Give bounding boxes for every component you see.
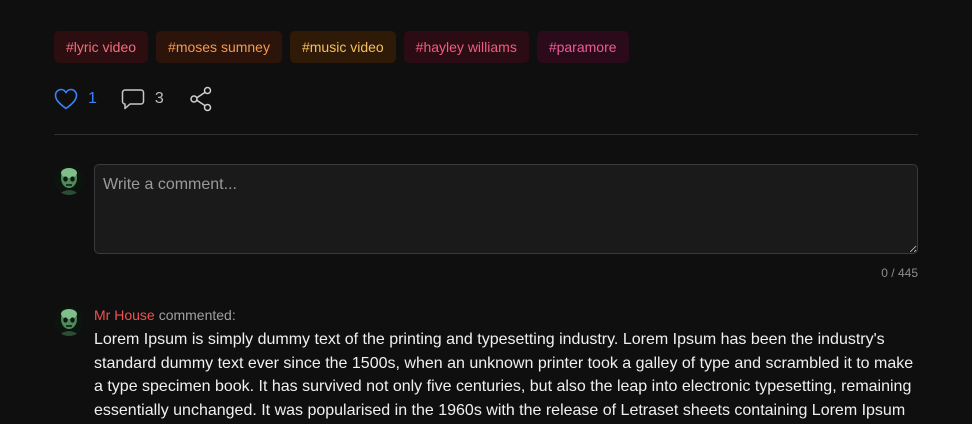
like-button[interactable]: 1 <box>54 88 97 110</box>
tag-moses-sumney[interactable]: #moses sumney <box>156 31 282 63</box>
speech-bubble-icon <box>121 88 145 110</box>
tag-hayley-williams[interactable]: #hayley williams <box>403 31 529 63</box>
heart-icon <box>54 88 78 110</box>
post-actions: 1 3 <box>54 86 213 112</box>
comments-button[interactable]: 3 <box>121 88 164 110</box>
share-button[interactable] <box>189 86 213 112</box>
comment-author[interactable]: Mr House <box>94 307 155 323</box>
comment-count: 3 <box>154 90 164 107</box>
character-counter: 0 / 445 <box>881 266 918 280</box>
comment-input[interactable] <box>94 164 918 254</box>
clipped-text: · · · · · · <box>54 0 98 4</box>
post-footer: · · · · · · #lyric video #moses sumney #… <box>0 0 972 424</box>
tag-paramore[interactable]: #paramore <box>536 31 629 63</box>
like-count: 1 <box>88 90 97 107</box>
comment-text: Lorem Ipsum is simply dummy text of the … <box>94 331 914 420</box>
comment-header: Mr House commented: <box>94 307 236 323</box>
commented-label: commented: <box>158 307 236 323</box>
tag-music-video[interactable]: #music video <box>289 31 396 63</box>
share-icon <box>189 86 213 112</box>
current-user-avatar[interactable] <box>54 165 84 195</box>
tag-list: #lyric video #moses sumney #music video … <box>54 31 629 63</box>
section-divider <box>54 134 918 135</box>
commenter-avatar[interactable] <box>54 306 84 336</box>
tag-lyric-video[interactable]: #lyric video <box>54 31 149 63</box>
